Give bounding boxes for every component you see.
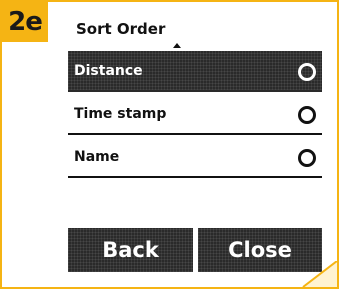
page-corner-decoration: [302, 261, 337, 287]
step-badge: 2e: [2, 2, 48, 42]
list-item-time-stamp[interactable]: Time stamp: [68, 94, 322, 135]
list-item-name[interactable]: Name: [68, 137, 322, 178]
list-item-label: Distance: [74, 63, 143, 79]
radio-circle-icon: [298, 63, 316, 81]
list-item-label: Name: [74, 149, 120, 165]
step-frame: 2e Sort Order Distance Time stamp Name B…: [0, 0, 339, 289]
radio-circle-icon: [298, 149, 316, 167]
sort-order-list: Distance Time stamp Name: [68, 51, 322, 178]
radio-circle-icon: [298, 106, 316, 124]
list-item-label: Time stamp: [74, 106, 167, 122]
scroll-up-icon[interactable]: [173, 43, 181, 48]
back-button[interactable]: Back: [68, 228, 193, 272]
screen-title: Sort Order: [76, 20, 166, 38]
list-item-distance[interactable]: Distance: [68, 51, 322, 92]
